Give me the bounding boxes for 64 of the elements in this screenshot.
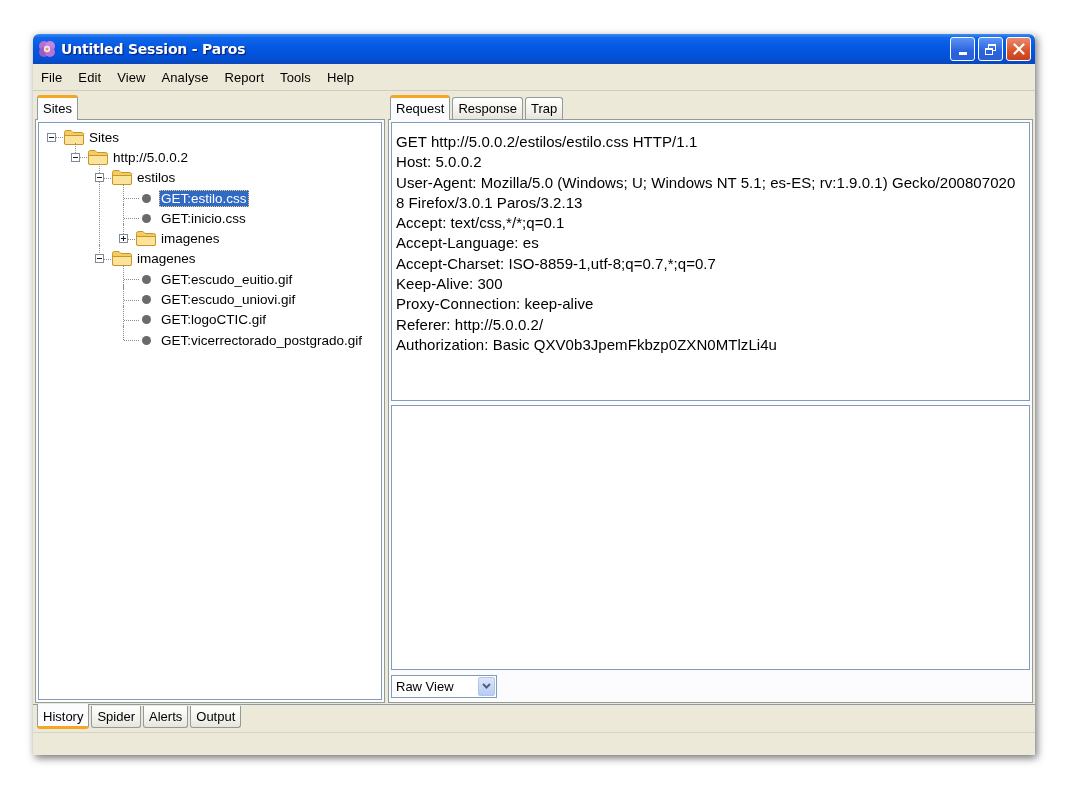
tree-item[interactable]: http://5.0.0.2 [111,148,191,166]
folder-icon [63,128,85,146]
request-line: GET http://5.0.0.2/estilos/estilo.css HTTP/1.1 [396,132,699,152]
collapse-icon[interactable] [94,173,104,183]
menu-item[interactable]: File [33,67,71,87]
collapse-icon[interactable] [70,152,80,162]
tab[interactable]: History [37,704,90,729]
chevron-down-icon [482,683,491,689]
dot-icon [141,335,151,345]
app-logo-icon [38,40,56,58]
folder-icon [87,148,109,166]
close-icon [1012,43,1025,55]
tab[interactable]: Sites [37,95,78,120]
menu-item[interactable]: Help [318,67,363,87]
tree-item[interactable]: GET:escudo_uniovi.gif [159,291,298,308]
collapse-icon[interactable] [94,254,104,264]
collapse-icon[interactable] [46,132,56,142]
dot-icon [141,193,151,203]
tree-item[interactable]: GET:inicio.css [159,209,248,227]
menu-item[interactable]: Tools [272,67,319,87]
request-line: Host: 5.0.0.2 [396,152,483,173]
tab[interactable]: Response [452,97,523,119]
folder-icon [135,230,157,248]
request-line: Referer: http://5.0.0.2/ [396,314,545,335]
tab[interactable]: Alerts [143,706,189,728]
request-line: Keep-Alive: 300 [396,274,504,295]
minimize-button[interactable] [950,37,975,61]
tab[interactable]: Spider [91,706,142,728]
request-line: Accept-Charset: ISO-8859-1,utf-8;q=0.7,*;q=0.7 [396,253,717,274]
tab[interactable]: Request [390,95,451,120]
tree-item[interactable]: imagenes [159,230,222,248]
view-select[interactable]: Raw View [391,674,497,698]
tab[interactable]: Trap [524,97,564,119]
tree-item[interactable]: GET:logoCTIC.gif [159,311,269,329]
minimize-icon [958,52,967,55]
request-line: Accept-Language: es [396,233,540,254]
menu-item[interactable]: Edit [70,67,110,87]
request-line: Accept: text/css,*/*;q=0.1 [396,213,566,234]
tree-item[interactable]: Sites [87,128,121,146]
request-line: 8 Firefox/3.0.1 Paros/3.2.13 [396,192,584,213]
tree-item[interactable]: GET:escudo_euitio.gif [159,270,295,288]
expand-icon[interactable] [118,234,128,244]
request-line: Proxy-Connection: keep-alive [396,294,595,315]
menu-item[interactable]: Report [216,67,273,87]
request-line: Authorization: Basic QXV0b3JpemFkbzp0ZXN0MTlzLi4u [396,334,778,355]
folder-icon [111,250,133,268]
menu-item[interactable]: Analyse [153,67,217,87]
tree-item[interactable]: imagenes [135,250,198,268]
tree-item[interactable]: GET:estilo.css [159,189,249,207]
dot-icon [141,295,151,304]
restore-button[interactable] [978,37,1003,61]
request-text-area[interactable] [391,122,1030,401]
dot-icon [141,315,151,325]
tree-item[interactable]: estilos [135,169,178,187]
dot-icon [141,213,151,223]
close-button[interactable] [1006,37,1031,61]
tree-item[interactable]: GET:vicerrectorado_postgrado.gif [159,331,365,349]
dot-icon [141,274,151,284]
menu-item[interactable]: View [109,67,154,87]
folder-icon [111,169,133,187]
tab[interactable]: Output [190,706,242,728]
restore-icon [985,43,996,55]
window-title: Untitled Session - Paros [61,41,246,57]
request-line: User-Agent: Mozilla/5.0 (Windows; U; Windows NT 5.1; es-ES; rv:1.9.0.1) Gecko/200807020 [396,172,1017,193]
